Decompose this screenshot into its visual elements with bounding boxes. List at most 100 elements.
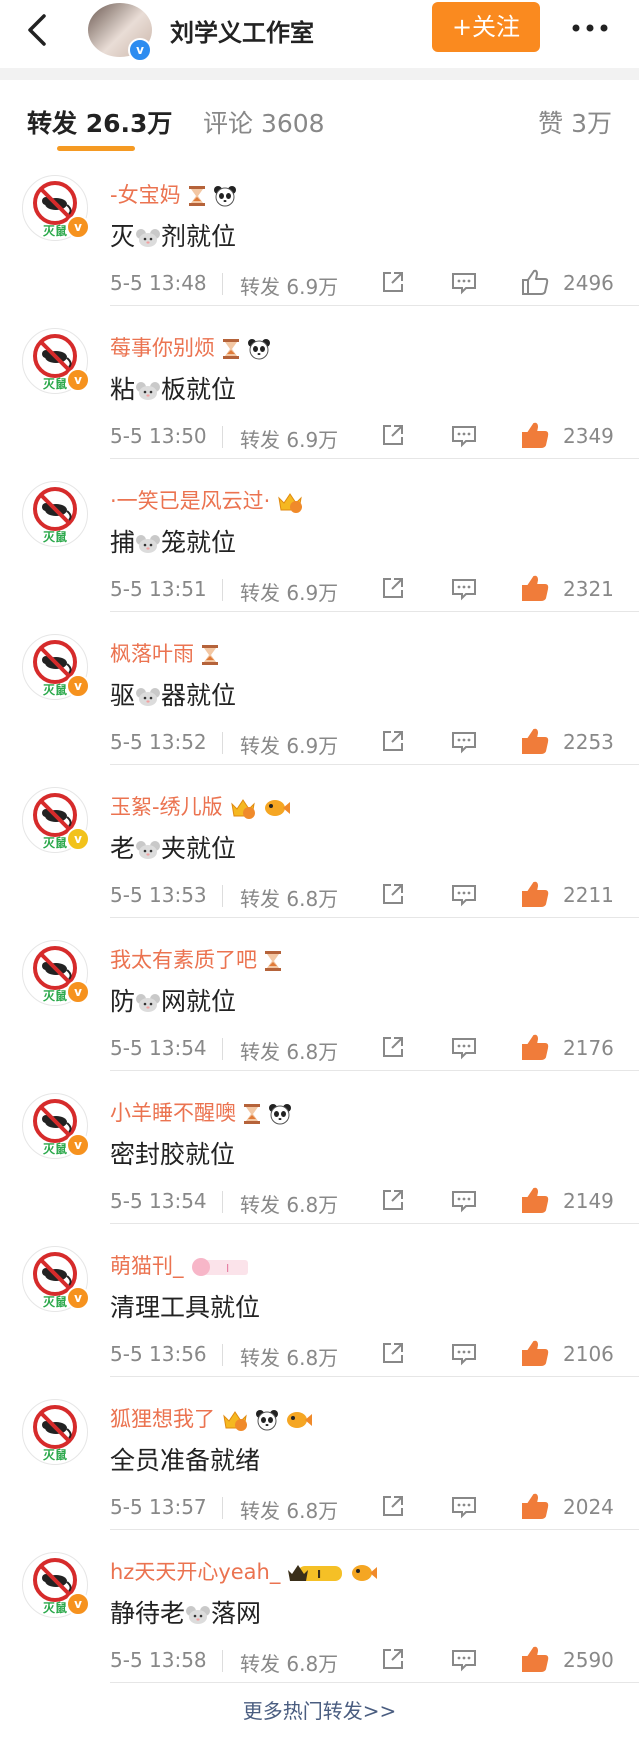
back-arrow-icon[interactable] bbox=[22, 10, 52, 50]
forward-item[interactable]: 灭鼠 狐狸想我了 全员准备就绪 5-5 13:57 转发 6.8万 2024 bbox=[0, 1377, 639, 1530]
username-text: -女宝妈 bbox=[110, 183, 181, 207]
share-icon[interactable] bbox=[380, 881, 406, 907]
comment-icon[interactable] bbox=[450, 1342, 478, 1366]
forward-item[interactable]: 灭鼠 v 莓事你别烦粘板就位 5-5 13:50 转发 6.9万 2349 bbox=[0, 306, 639, 459]
username[interactable]: 枫落叶雨 bbox=[110, 638, 220, 668]
content-text: 防 bbox=[110, 987, 136, 1016]
forward-item[interactable]: 灭鼠 v 我太有素质了吧防网就位 5-5 13:54 转发 6.8万 2176 bbox=[0, 918, 639, 1071]
username[interactable]: 莓事你别烦 bbox=[110, 332, 271, 362]
forward-item[interactable]: 灭鼠 v -女宝妈灭剂就位 5-5 13:48 转发 6.9万 2496 bbox=[0, 153, 639, 306]
like-thumb-icon[interactable] bbox=[520, 879, 550, 909]
like-thumb-icon[interactable] bbox=[520, 1032, 550, 1062]
follow-button[interactable]: +关注 bbox=[432, 2, 540, 52]
forward-count: 转发 6.8万 bbox=[240, 1346, 339, 1370]
content-text: 密封胶就位 bbox=[110, 1140, 236, 1169]
like-thumb-icon[interactable] bbox=[520, 1338, 550, 1368]
username[interactable]: -女宝妈 bbox=[110, 179, 237, 209]
verified-badge-icon: v bbox=[128, 38, 152, 62]
forward-count: 转发 6.9万 bbox=[240, 428, 339, 452]
comment-icon[interactable] bbox=[450, 271, 478, 295]
like-count: 2349 bbox=[563, 424, 614, 448]
comment-icon[interactable] bbox=[450, 1036, 478, 1060]
forward-item[interactable]: 灭鼠 v 枫落叶雨驱器就位 5-5 13:52 转发 6.9万 2253 bbox=[0, 612, 639, 765]
share-icon[interactable] bbox=[380, 269, 406, 295]
like-thumb-icon[interactable] bbox=[520, 267, 550, 297]
content-text: 器就位 bbox=[161, 681, 237, 710]
tab-forward[interactable]: 转发 26.3万 bbox=[27, 104, 172, 140]
username[interactable]: 萌猫刊_ I bbox=[110, 1250, 250, 1280]
username[interactable]: ·一笑已是风云过· bbox=[110, 485, 304, 515]
user-avatar[interactable]: 灭鼠 v bbox=[22, 787, 90, 853]
comment-icon[interactable] bbox=[450, 1189, 478, 1213]
like-count: 2321 bbox=[563, 577, 614, 601]
share-icon[interactable] bbox=[380, 728, 406, 754]
comment-icon[interactable] bbox=[450, 424, 478, 448]
crown-badge-icon bbox=[223, 1411, 247, 1431]
verified-badge-icon: v bbox=[66, 827, 90, 851]
comment-icon[interactable] bbox=[450, 577, 478, 601]
divider bbox=[222, 1191, 223, 1213]
username[interactable]: 玉絮-绣儿版 bbox=[110, 791, 291, 821]
top-bar: v 刘学义工作室 +关注 bbox=[0, 0, 639, 62]
tab-like[interactable]: 赞 3万 bbox=[538, 104, 612, 140]
like-thumb-icon[interactable] bbox=[520, 420, 550, 450]
username[interactable]: 小羊睡不醒噢 bbox=[110, 1097, 292, 1127]
avatar-label: 灭鼠 bbox=[43, 836, 68, 850]
like-thumb-icon[interactable] bbox=[520, 1644, 550, 1674]
share-icon[interactable] bbox=[380, 1034, 406, 1060]
more-dots-icon[interactable] bbox=[568, 10, 612, 46]
like-thumb-icon[interactable] bbox=[520, 1491, 550, 1521]
like-count: 2106 bbox=[563, 1342, 614, 1366]
share-icon[interactable] bbox=[380, 575, 406, 601]
forward-item[interactable]: 灭鼠 ·一笑已是风云过· 捕笼就位 5-5 13:51 转发 6.9万 2321 bbox=[0, 459, 639, 612]
comment-icon[interactable] bbox=[450, 730, 478, 754]
panda-emoji-icon bbox=[256, 1410, 278, 1431]
svg-text:I: I bbox=[317, 1568, 321, 1581]
divider bbox=[222, 273, 223, 295]
user-avatar[interactable]: 灭鼠 v bbox=[22, 1246, 90, 1312]
share-icon[interactable] bbox=[380, 1646, 406, 1672]
comment-icon[interactable] bbox=[450, 1495, 478, 1519]
like-thumb-icon[interactable] bbox=[520, 1185, 550, 1215]
more-forwards-link[interactable]: 更多热门转发>> bbox=[0, 1695, 639, 1724]
verified-badge-icon: v bbox=[66, 674, 90, 698]
share-icon[interactable] bbox=[380, 1340, 406, 1366]
comment-icon[interactable] bbox=[450, 1648, 478, 1672]
user-avatar[interactable]: 灭鼠 bbox=[22, 1399, 88, 1465]
hourglass-emoji-icon bbox=[265, 951, 281, 971]
forward-content: 全员准备就绪 bbox=[110, 1441, 260, 1477]
username[interactable]: 我太有素质了吧 bbox=[110, 944, 283, 974]
comment-icon[interactable] bbox=[450, 883, 478, 907]
username[interactable]: hz天天开心yeah_ I bbox=[110, 1556, 378, 1586]
divider bbox=[222, 732, 223, 754]
panda-emoji-icon bbox=[248, 339, 270, 360]
user-avatar[interactable]: 灭鼠 v bbox=[22, 1552, 90, 1618]
username-text: 我太有素质了吧 bbox=[110, 948, 257, 972]
forward-item[interactable]: 灭鼠 v 小羊睡不醒噢 密封胶就位 5-5 13:54 转发 6.8万 2149 bbox=[0, 1071, 639, 1224]
user-avatar[interactable]: 灭鼠 bbox=[22, 481, 88, 547]
account-name[interactable]: 刘学义工作室 bbox=[170, 13, 314, 48]
like-thumb-icon[interactable] bbox=[520, 573, 550, 603]
timestamp: 5-5 13:48 bbox=[110, 271, 207, 295]
tab-comment[interactable]: 评论 3608 bbox=[203, 104, 325, 140]
avatar-label: 灭鼠 bbox=[43, 1142, 68, 1156]
hourglass-emoji-icon bbox=[188, 186, 205, 206]
forward-content: 粘板就位 bbox=[110, 370, 236, 406]
content-text: 清理工具就位 bbox=[110, 1293, 261, 1322]
user-avatar[interactable]: 灭鼠 v bbox=[22, 634, 90, 700]
timestamp: 5-5 13:52 bbox=[110, 730, 207, 754]
like-thumb-icon[interactable] bbox=[520, 726, 550, 756]
forward-item[interactable]: 灭鼠 v 萌猫刊_ I 清理工具就位 5-5 13:56 转发 6.8万 2106 bbox=[0, 1224, 639, 1377]
user-avatar[interactable]: 灭鼠 v bbox=[22, 328, 90, 394]
user-avatar[interactable]: 灭鼠 v bbox=[22, 940, 90, 1006]
forward-item[interactable]: 灭鼠 v hz天天开心yeah_ I 静待老 落网 5-5 13:58 转发 6.8万 2590 bbox=[0, 1530, 639, 1683]
like-count: 2176 bbox=[563, 1036, 614, 1060]
user-avatar[interactable]: 灭鼠 v bbox=[22, 175, 90, 241]
share-icon[interactable] bbox=[380, 1493, 406, 1519]
forward-item[interactable]: 灭鼠 v 玉絮-绣儿版老夹就位 5-5 13:53 转发 6.8万 2211 bbox=[0, 765, 639, 918]
share-icon[interactable] bbox=[380, 422, 406, 448]
username[interactable]: 狐狸想我了 bbox=[110, 1403, 313, 1433]
user-avatar[interactable]: 灭鼠 v bbox=[22, 1093, 90, 1159]
share-icon[interactable] bbox=[380, 1187, 406, 1213]
timestamp: 5-5 13:56 bbox=[110, 1342, 207, 1366]
